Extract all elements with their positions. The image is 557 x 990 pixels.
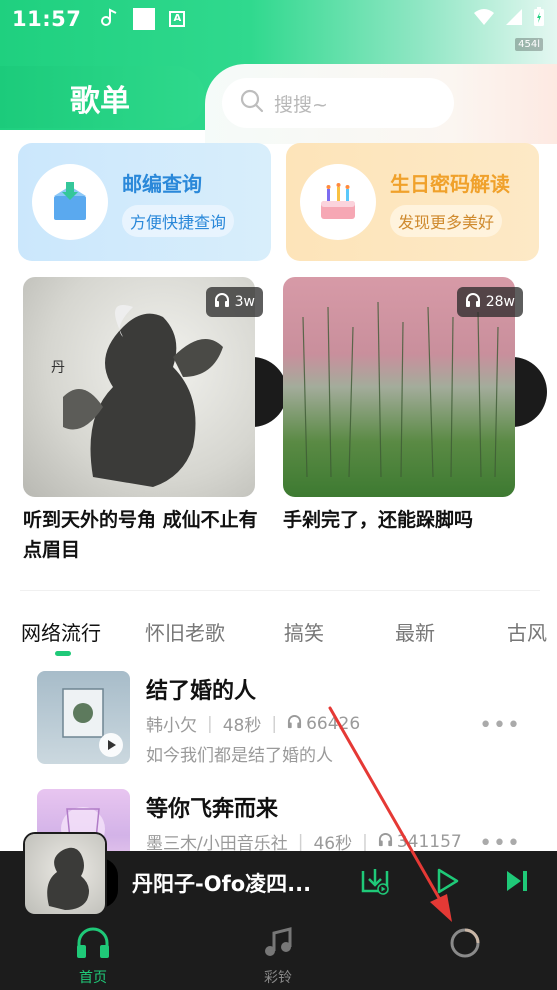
meta-separator: |	[271, 713, 278, 734]
headphones-icon	[378, 832, 393, 852]
keyboard-a-icon: A	[169, 11, 186, 27]
play-count: 28w	[485, 294, 515, 310]
music-status-icon	[99, 7, 119, 31]
play-count: 3w	[234, 294, 255, 310]
nav-ringtone[interactable]: 彩铃	[238, 925, 318, 987]
search-input[interactable]: 搜搜~	[222, 78, 454, 128]
player-song-title: 丹阳子-Ofo凌四...	[132, 872, 312, 896]
tab-latest[interactable]: 最新	[395, 617, 435, 646]
play-count-badge: 28w	[456, 287, 523, 317]
song-plays: 66426	[306, 713, 361, 734]
card-title: 生日密码解读	[390, 171, 510, 196]
nav-loading[interactable]	[425, 925, 505, 969]
section-divider	[20, 590, 540, 591]
card-subtitle: 发现更多美好	[390, 204, 503, 237]
card-title: 邮编查询	[122, 171, 202, 196]
tab-ancient-style[interactable]: 古风	[507, 617, 547, 646]
birthday-code-card[interactable]: 生日密码解读 发现更多美好	[286, 143, 539, 261]
tab-nostalgic[interactable]: 怀旧老歌	[145, 617, 225, 646]
signal-icon	[505, 8, 523, 30]
download-button[interactable]	[358, 864, 392, 898]
play-count-badge: 3w	[205, 287, 263, 317]
song-title: 等你飞奔而来	[146, 797, 279, 822]
card-subtitle: 方便快捷查询	[122, 204, 235, 237]
more-options-icon[interactable]: •••	[479, 713, 521, 738]
nav-label: 首页	[79, 970, 107, 986]
loading-ring-icon	[447, 928, 483, 965]
meta-separator: |	[207, 713, 213, 734]
tab-network-popular[interactable]: 网络流行	[21, 617, 101, 646]
search-placeholder: 搜搜~	[274, 93, 328, 116]
player-cover-image[interactable]	[25, 834, 105, 914]
meta-separator: |	[362, 831, 368, 852]
headphones-icon	[287, 714, 302, 734]
play-button[interactable]	[430, 864, 464, 898]
tab-funny[interactable]: 搞笑	[284, 617, 324, 646]
song-row[interactable]: 结了婚的人 韩小欠 | 48秒 | 66426 如今我们都是结了婚的人 •••	[37, 671, 537, 766]
wifi-icon	[473, 8, 495, 30]
playlist-title: 手剁完了，还能跺脚吗	[283, 509, 474, 531]
category-tabs: 网络流行 怀旧老歌 搞笑 最新 古风	[0, 617, 557, 657]
song-description: 如今我们都是结了婚的人	[146, 746, 333, 766]
net-speed-badge: 454l	[515, 38, 543, 51]
playlist-title: 听到天外的号角 成仙不止有点眉目	[23, 509, 258, 561]
headphones-icon	[75, 927, 111, 963]
nav-label: 彩铃	[264, 970, 292, 986]
status-time: 11:57	[12, 7, 82, 31]
tab-indicator	[55, 651, 71, 656]
music-note-icon	[260, 927, 296, 963]
song-title: 结了婚的人	[146, 679, 257, 704]
song-artist: 韩小欠	[146, 716, 197, 736]
song-thumbnail	[37, 671, 130, 764]
status-bar: 11:57 A	[0, 0, 557, 38]
song-meta: 韩小欠 | 48秒 | 66426	[146, 711, 361, 737]
playlist-card[interactable]: 28w 手剁完了，还能跺脚吗	[283, 277, 547, 535]
song-duration: 48秒	[222, 716, 262, 736]
song-plays: 341157	[396, 831, 462, 852]
birthday-cake-icon	[300, 164, 376, 240]
page-title: 歌单	[70, 84, 130, 119]
battery-icon	[533, 7, 545, 31]
next-track-button[interactable]	[500, 864, 534, 898]
play-icon[interactable]	[99, 733, 123, 757]
notification-square-icon	[133, 8, 156, 30]
headphones-icon	[214, 292, 230, 312]
nav-home[interactable]: 首页	[53, 925, 133, 987]
playlist-card[interactable]: 丹 3w 听到天外的号角 成仙不止有点眉目	[23, 277, 287, 565]
svg-text:丹: 丹	[51, 360, 65, 376]
search-icon	[240, 89, 274, 118]
meta-separator: |	[297, 831, 304, 852]
mailbox-icon	[32, 164, 108, 240]
headphones-icon	[465, 292, 481, 312]
bottom-nav: 首页 彩铃	[0, 915, 557, 990]
postcode-query-card[interactable]: 邮编查询 方便快捷查询	[18, 143, 271, 261]
